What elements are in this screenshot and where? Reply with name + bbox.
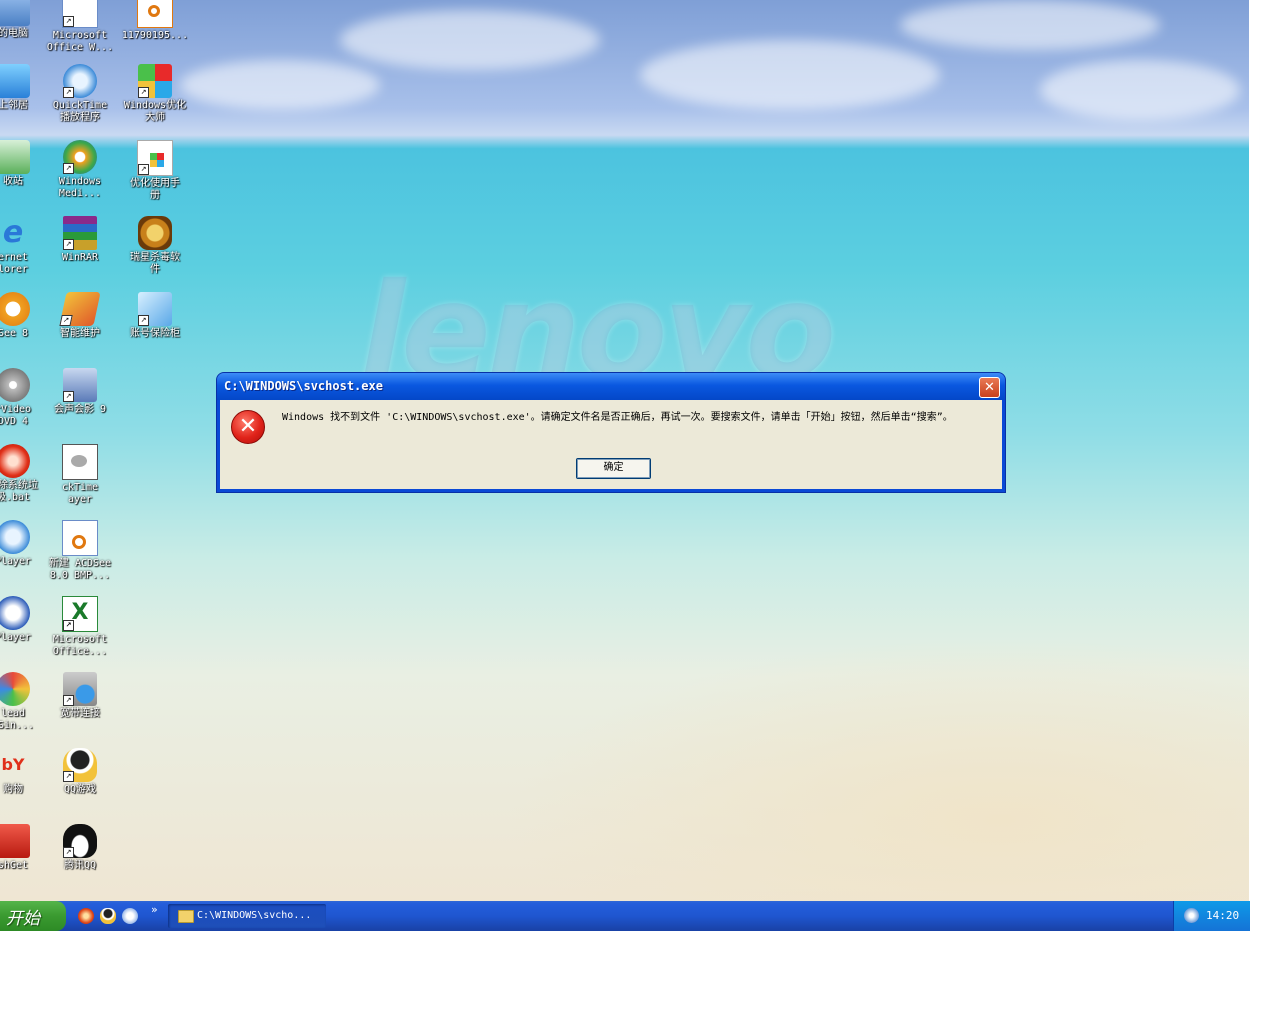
- error-dialog: C:\WINDOWS\svchost.exe ✕ ✕ Windows 找不到文件…: [217, 373, 1005, 492]
- desktop-icon-account-safe[interactable]: ↗ 账号保险柜: [118, 292, 192, 340]
- nero-icon: [0, 444, 30, 478]
- ulead-icon: [0, 672, 30, 706]
- ok-button[interactable]: 确定: [576, 458, 651, 479]
- acdsee-icon: [0, 292, 30, 326]
- tray-network-icon[interactable]: [1184, 908, 1199, 923]
- desktop-icon-office-excel[interactable]: X ↗ Microsoft Office...: [43, 596, 117, 658]
- desktop-icon-windows-media[interactable]: ↗ Windows Medi...: [43, 140, 117, 200]
- desktop-icon-broadband[interactable]: ↗ 宽带连接: [43, 672, 117, 720]
- start-button[interactable]: 开始: [0, 901, 66, 931]
- desktop-icon-smart-maintenance[interactable]: ↗ 智能维护: [43, 292, 117, 340]
- desktop-icon-11790195[interactable]: 11790195...: [118, 0, 192, 42]
- quicklaunch-chevron-icon[interactable]: »: [151, 903, 158, 916]
- shopping-icon: bY: [1, 755, 25, 774]
- shortcut-arrow-icon: ↗: [63, 620, 74, 631]
- maintenance-icon: ↗: [59, 292, 101, 326]
- computer-icon: [0, 0, 30, 26]
- network-icon: [0, 64, 30, 98]
- quicklaunch-qq-game-icon[interactable]: [100, 908, 116, 924]
- optimizer-icon: ↗: [138, 64, 172, 98]
- desktop-icon-optimizer-manual[interactable]: ↗ 优化使用手 册: [118, 140, 192, 202]
- error-icon: ✕: [231, 410, 265, 444]
- dialog-title: C:\WINDOWS\svchost.exe: [224, 379, 383, 393]
- shortcut-arrow-icon: ↗: [138, 164, 149, 175]
- shortcut-arrow-icon: ↗: [63, 695, 74, 706]
- shortcut-arrow-icon: ↗: [59, 315, 73, 326]
- cloud: [640, 40, 940, 110]
- desktop-icon-windows-optimizer[interactable]: ↗ Windows优化 大师: [118, 64, 192, 124]
- desktop-icon-quicktime[interactable]: ↗ QuickTime 播放程序: [43, 64, 117, 124]
- taskbar: 开始 » C:\WINDOWS\svcho... 14:20: [0, 901, 1250, 931]
- desktop-icon-winrar[interactable]: ↗ WinRAR: [43, 216, 117, 264]
- taskbar-item-label: C:\WINDOWS\svcho...: [197, 910, 312, 921]
- help-document-icon: ↗: [137, 140, 173, 176]
- shortcut-arrow-icon: ↗: [63, 771, 74, 782]
- qq-penguin-icon: ↗: [63, 824, 97, 858]
- shortcut-arrow-icon: ↗: [138, 315, 149, 326]
- batch-file-icon: [62, 444, 98, 480]
- quicklaunch-ie-icon[interactable]: [122, 908, 138, 924]
- desktop-icon-video-studio[interactable]: ↗ 会声会影 9: [43, 368, 117, 416]
- shortcut-arrow-icon: ↗: [63, 163, 74, 174]
- excel-icon: X ↗: [62, 596, 98, 632]
- rising-lion-icon: [138, 216, 172, 250]
- desktop-icon-qq-game[interactable]: ↗ QQ游戏: [43, 748, 117, 796]
- image-file-icon: [137, 0, 173, 28]
- clock[interactable]: 14:20: [1206, 909, 1239, 922]
- shortcut-arrow-icon: ↗: [63, 847, 74, 858]
- quicklaunch-nero-icon[interactable]: [78, 908, 94, 924]
- start-label: 开始: [6, 909, 40, 929]
- shortcut-arrow-icon: ↗: [63, 16, 74, 27]
- folder-icon: [178, 910, 194, 923]
- winrar-icon: ↗: [63, 216, 97, 250]
- dialog-titlebar[interactable]: C:\WINDOWS\svchost.exe ✕: [217, 373, 1005, 400]
- word-document-icon: ↗: [62, 0, 98, 28]
- qq-game-icon: ↗: [63, 748, 97, 782]
- shortcut-arrow-icon: ↗: [63, 239, 74, 250]
- desktop-icon-rising-antivirus[interactable]: 瑞星杀毒软 件: [118, 216, 192, 276]
- recycle-bin-icon: [0, 140, 30, 174]
- realplayer-icon: [0, 596, 30, 630]
- error-message: Windows 找不到文件 'C:\WINDOWS\svchost.exe'。请…: [282, 412, 953, 423]
- video-studio-icon: ↗: [63, 368, 97, 402]
- cloud: [900, 0, 1160, 50]
- desktop-icon-tencent-qq[interactable]: ↗ 腾讯QQ: [43, 824, 117, 872]
- system-tray: 14:20: [1173, 901, 1250, 931]
- taskbar-item-svchost[interactable]: C:\WINDOWS\svcho...: [168, 904, 326, 928]
- dvd-icon: [0, 368, 30, 402]
- desktop-icon-acdsee-bmp[interactable]: 新建 ACDSee 8.0 BMP...: [43, 520, 117, 582]
- ie-icon: e: [2, 215, 24, 250]
- flashget-icon: [0, 824, 30, 858]
- desktop-icon-office-word[interactable]: ↗ Microsoft Office W...: [43, 0, 117, 54]
- dialog-body: ✕ Windows 找不到文件 'C:\WINDOWS\svchost.exe'…: [220, 400, 1002, 489]
- cloud: [180, 60, 380, 110]
- bmp-file-icon: [62, 520, 98, 556]
- quicktime-icon: [0, 520, 30, 554]
- media-player-icon: ↗: [63, 140, 97, 174]
- cloud: [340, 10, 600, 70]
- desktop-icon-clean-bat[interactable]: ckTime ayer: [43, 444, 117, 506]
- close-button[interactable]: ✕: [979, 377, 1000, 398]
- shortcut-arrow-icon: ↗: [63, 391, 74, 402]
- safe-box-icon: ↗: [138, 292, 172, 326]
- cloud: [1040, 60, 1240, 120]
- quicktime-icon: ↗: [63, 64, 97, 98]
- shortcut-arrow-icon: ↗: [138, 87, 149, 98]
- shortcut-arrow-icon: ↗: [63, 87, 74, 98]
- broadband-connection-icon: ↗: [63, 672, 97, 706]
